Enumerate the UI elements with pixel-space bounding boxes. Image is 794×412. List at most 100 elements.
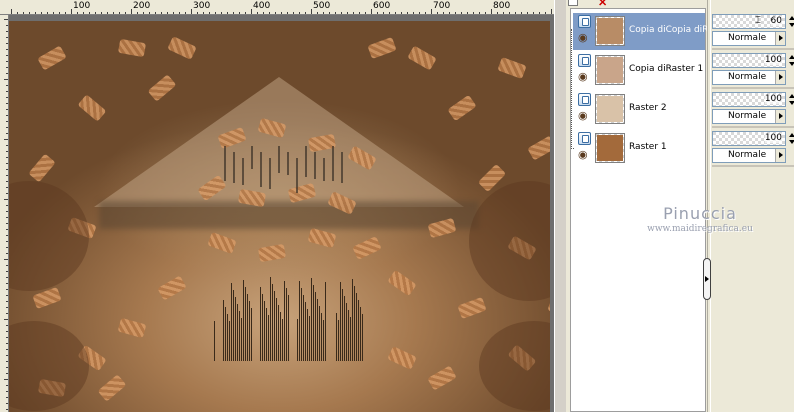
blend-mode-select[interactable]: Normale [712, 31, 786, 46]
eye-icon[interactable]: ◉ [578, 72, 588, 83]
image-canvas[interactable] [9, 21, 550, 412]
reed-stroke [360, 307, 361, 361]
reed-stroke [288, 295, 289, 361]
new-layer-icon[interactable] [568, 0, 578, 6]
opacity-value: 100 [764, 55, 782, 65]
reed-stroke [268, 315, 269, 361]
tree-stroke [260, 152, 262, 187]
blend-mode-select[interactable]: Normale [712, 70, 786, 85]
leaf-shape [497, 56, 527, 80]
tree-stroke [305, 146, 307, 177]
dropdown-arrow-icon[interactable] [775, 110, 785, 123]
layer-list: ◉ Copia diCopia diR ◉ Copia diRaster 1 ◉ Rast… [570, 8, 708, 412]
reed-stroke [264, 301, 265, 361]
layer-properties: 100 Normale [712, 51, 794, 89]
reed-stroke [321, 313, 322, 361]
layer-name[interactable]: Copia diRaster 1 [629, 64, 703, 74]
leaf-shape [547, 296, 550, 320]
dropdown-arrow-icon[interactable] [775, 32, 785, 45]
layer-row[interactable]: ◉ Raster 1 [573, 130, 705, 167]
row-divider [712, 87, 794, 89]
layer-thumbnail [595, 94, 625, 124]
opacity-spinner[interactable] [788, 92, 794, 107]
collapse-toggle-icon[interactable] [703, 258, 711, 300]
shadow-shape [9, 321, 89, 411]
reed-stroke [286, 288, 287, 361]
leaf-shape [117, 317, 147, 339]
blend-mode-select[interactable]: Normale [712, 109, 786, 124]
layer-row[interactable]: ◉ Raster 2 [573, 91, 705, 128]
layer-thumbnail [595, 16, 625, 46]
dropdown-arrow-icon[interactable] [775, 71, 785, 84]
reed-stroke [272, 284, 273, 361]
reed-stroke [352, 279, 353, 361]
reed-stroke [278, 305, 279, 361]
opacity-field[interactable]: 100 [712, 92, 786, 107]
reed-stroke [325, 282, 326, 361]
opacity-spinner[interactable] [788, 131, 794, 146]
layer-name[interactable]: Raster 1 [629, 142, 667, 152]
tree-stroke [242, 158, 244, 185]
eye-icon[interactable]: ◉ [578, 111, 588, 122]
reed-stroke [350, 317, 351, 361]
opacity-spinner[interactable] [788, 53, 794, 68]
shadow-shape [469, 181, 550, 301]
blend-mode-select[interactable]: Normale [712, 148, 786, 163]
leaf-shape [352, 236, 382, 260]
leaf-shape [387, 269, 417, 297]
reed-stroke [249, 301, 250, 361]
layer-icon[interactable] [578, 15, 591, 28]
layer-properties: ⌶ 60 Normale [712, 12, 794, 50]
leaf-shape [28, 153, 56, 183]
leaf-shape [117, 38, 147, 58]
tree-stroke [296, 158, 298, 193]
opacity-field[interactable]: 100 [712, 53, 786, 68]
reed-stroke [280, 312, 281, 361]
horizontal-ruler: 100 200 300 400 500 600 700 800 [0, 0, 554, 15]
reed-stroke [235, 297, 236, 361]
leaf-shape [427, 365, 457, 391]
reed-stroke [301, 288, 302, 361]
reed-stroke [237, 304, 238, 361]
reed-stroke [229, 321, 230, 361]
cursor-icon: ⌶ [755, 15, 761, 26]
eye-icon[interactable]: ◉ [578, 33, 588, 44]
layer-thumbnail [595, 55, 625, 85]
layer-icon[interactable] [578, 54, 591, 67]
reed-stroke [315, 292, 316, 361]
opacity-value: 100 [764, 133, 782, 143]
reed-stroke [358, 300, 359, 361]
layer-icon[interactable] [578, 93, 591, 106]
canvas-viewport [9, 15, 554, 412]
opacity-field[interactable]: ⌶ 60 [712, 14, 786, 29]
leaf-shape [37, 45, 67, 71]
tree-stroke [278, 146, 280, 173]
ruler-label: 200 [133, 1, 151, 11]
layer-row[interactable]: ◉ Copia diCopia diR [573, 13, 708, 50]
layer-icon[interactable] [578, 132, 591, 145]
eye-icon[interactable]: ◉ [578, 150, 588, 161]
layer-name[interactable]: Copia diCopia diR [629, 25, 708, 35]
reed-stroke [299, 281, 300, 361]
dropdown-arrow-icon[interactable] [775, 149, 785, 162]
row-divider [712, 48, 794, 50]
reed-stroke [227, 314, 228, 361]
tree-stroke [269, 158, 271, 189]
opacity-spinner[interactable] [788, 14, 794, 29]
leaf-shape [407, 45, 437, 71]
layer-properties: 100 Normale [712, 129, 794, 167]
tree-stroke [323, 158, 325, 181]
leaf-shape [157, 275, 187, 301]
tree-stroke [233, 152, 235, 183]
shadow-shape [479, 321, 550, 411]
pyramid-shape [94, 77, 464, 207]
tree-stroke [224, 146, 226, 181]
layer-properties-column: ⌶ 60 Normale 100 Normale 100 Normale 100 Normale [712, 8, 794, 412]
layer-name[interactable]: Raster 2 [629, 103, 667, 113]
palette-divider[interactable] [707, 0, 711, 412]
layer-row[interactable]: ◉ Copia diRaster 1 [573, 52, 705, 89]
shadow-shape [9, 181, 89, 291]
reed-stroke [362, 314, 363, 361]
reed-stroke [344, 296, 345, 361]
opacity-field[interactable]: 100 [712, 131, 786, 146]
